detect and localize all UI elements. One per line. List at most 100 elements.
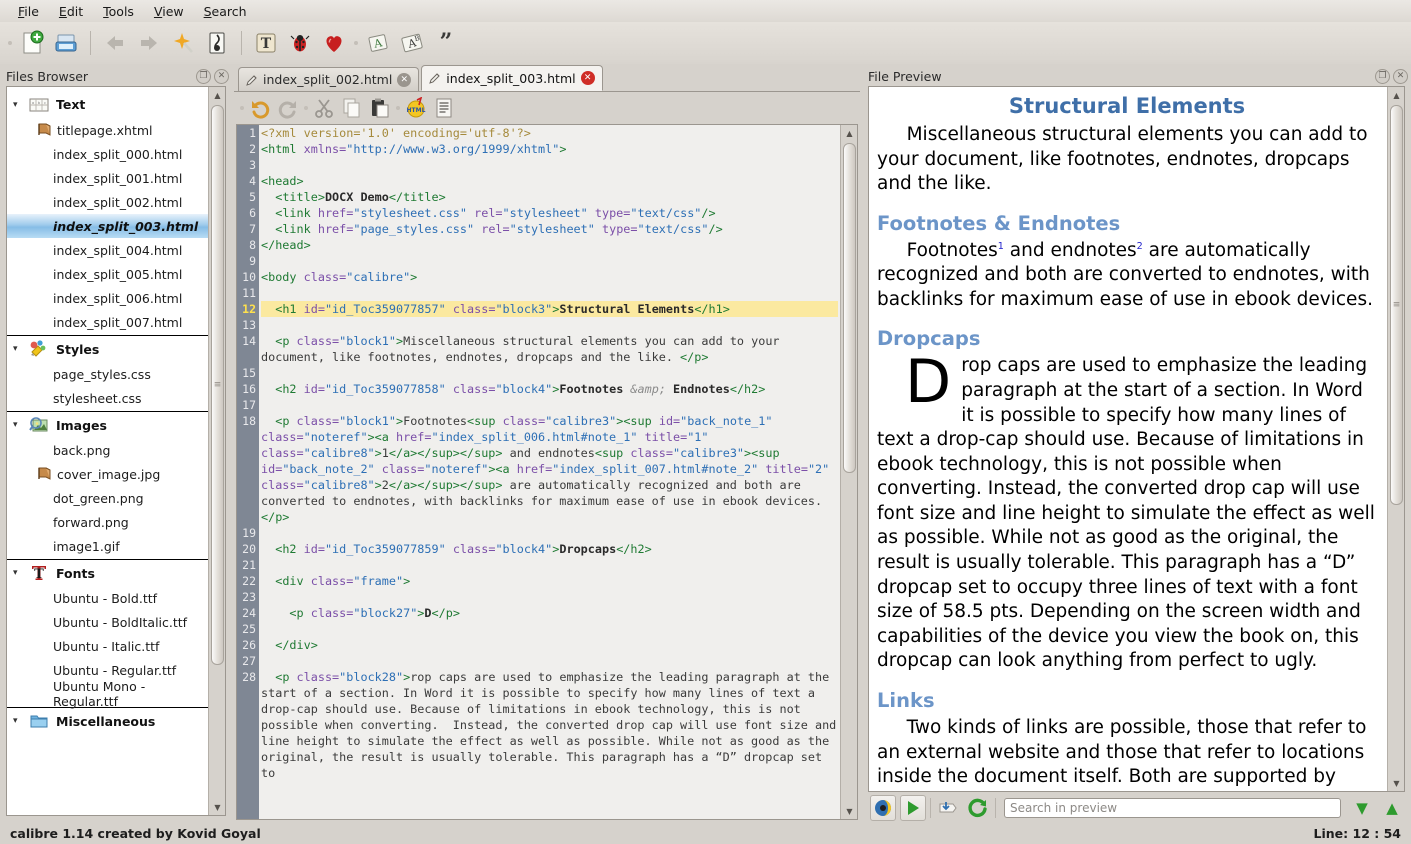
tree-item-cover-image-jpg[interactable]: cover_image.jpg [7,462,208,486]
tree-item-page-styles-css[interactable]: page_styles.css [7,362,208,386]
preview-scrollbar[interactable]: ▲ ▼ [1387,87,1404,791]
tree-item-ubuntu-italic-ttf[interactable]: Ubuntu - Italic.ttf [7,634,208,658]
auto-reload-icon[interactable] [900,795,926,821]
svg-text:b: b [38,101,40,105]
close-panel-icon[interactable]: ✕ [214,69,229,84]
scroll-down-icon[interactable]: ▼ [209,799,226,815]
editor-tab-index-split-002-html[interactable]: index_split_002.html✕ [238,67,419,91]
forward-arrow-icon[interactable] [133,27,165,59]
tree-item-label: index_split_002.html [53,195,182,210]
line-number-4: 4 [237,173,256,189]
tree-item-titlepage-xhtml[interactable]: titlepage.xhtml [7,118,208,142]
toc-icon[interactable] [201,27,233,59]
code-line-15 [261,365,838,381]
tree-item-ubuntu-bolditalic-ttf[interactable]: Ubuntu - BoldItalic.ttf [7,610,208,634]
scroll-down-icon[interactable]: ▼ [1388,775,1405,791]
menu-item-file[interactable]: File [8,2,49,21]
editor-panel: index_split_002.html✕index_split_003.htm… [234,66,860,822]
tree-item-forward-png[interactable]: forward.png [7,510,208,534]
menu-item-tools[interactable]: Tools [93,2,144,21]
menu-item-edit[interactable]: Edit [49,2,93,21]
tree-item-back-png[interactable]: back.png [7,438,208,462]
tree-item-index-split-002-html[interactable]: index_split_002.html [7,190,208,214]
chevron-down-icon[interactable]: ▾ [13,344,29,354]
tree-item-dot-green-png[interactable]: dot_green.png [7,486,208,510]
back-arrow-icon[interactable] [99,27,131,59]
cut-icon[interactable] [310,94,338,122]
scrollbar-thumb[interactable] [1390,105,1403,505]
reload-icon[interactable] [965,795,991,821]
pretty-print-icon[interactable] [430,94,458,122]
tree-item-image1-gif[interactable]: image1.gif [7,534,208,558]
tree-group-styles[interactable]: ▾Styles [7,335,208,362]
scroll-up-icon[interactable]: ▲ [1388,87,1405,103]
tree-item-ubuntu-bold-ttf[interactable]: Ubuntu - Bold.ttf [7,586,208,610]
redo-icon[interactable] [274,94,302,122]
new-file-icon[interactable] [16,27,48,59]
refresh-preview-icon[interactable] [870,795,896,821]
chevron-down-icon[interactable]: ▾ [13,420,29,430]
scroll-down-icon[interactable]: ▼ [841,803,858,819]
sync-position-icon[interactable] [935,795,961,821]
find-next-icon[interactable]: ▼ [1349,795,1375,821]
live-css-icon[interactable]: A [362,27,394,59]
tree-item-index-split-000-html[interactable]: index_split_000.html [7,142,208,166]
undo-icon[interactable] [246,94,274,122]
menu-item-view[interactable]: View [144,2,194,21]
tree-group-images[interactable]: ▾Images [7,411,208,438]
files-tree-scrollbar[interactable]: ▲ ▼ [208,87,225,815]
editor-tab-index-split-003-html[interactable]: index_split_003.html✕ [421,65,602,91]
tree-item-index-split-007-html[interactable]: index_split_007.html [7,310,208,334]
svg-text:a: a [32,101,34,105]
tree-item-index-split-003-html[interactable]: index_split_003.html [7,214,208,238]
chevron-down-icon[interactable]: ▾ [13,568,29,578]
tree-item-index-split-006-html[interactable]: index_split_006.html [7,286,208,310]
line-number-16: 16 [237,381,256,397]
search-in-preview-input[interactable]: Search in preview [1004,798,1341,818]
scroll-up-icon[interactable]: ▲ [209,87,226,103]
tree-item-index-split-001-html[interactable]: index_split_001.html [7,166,208,190]
close-tab-icon[interactable]: ✕ [397,73,411,87]
float-panel-icon[interactable]: ❐ [196,69,211,84]
files-tree[interactable]: ▾abcTexttitlepage.xhtmlindex_split_000.h… [6,86,226,816]
close-tab-icon[interactable]: ✕ [581,71,595,85]
heart-icon[interactable] [318,27,350,59]
copy-icon[interactable] [338,94,366,122]
paste-icon[interactable] [366,94,394,122]
chevron-down-icon[interactable]: ▾ [13,716,29,726]
code-text-area[interactable]: <?xml version='1.0' encoding='utf-8'?><h… [259,125,840,819]
spell-check-icon[interactable]: T [250,27,282,59]
menu-mnemonic: V [154,4,162,19]
smarten-punctuation-icon[interactable]: ” [430,27,462,59]
line-number-24: 24 [237,605,256,621]
tree-item-index-split-004-html[interactable]: index_split_004.html [7,238,208,262]
float-panel-icon[interactable]: ❐ [1375,69,1390,84]
bug-icon[interactable] [284,27,316,59]
chevron-down-icon[interactable]: ▾ [13,100,29,110]
tree-item-index-split-005-html[interactable]: index_split_005.html [7,262,208,286]
code-line-16: <h2 id="id_Toc359077858" class="block4">… [261,381,838,397]
line-number-27: 27 [237,653,256,669]
find-previous-icon[interactable]: ▲ [1379,795,1405,821]
spelling-icon[interactable]: A B [396,27,428,59]
magic-wand-icon[interactable] [167,27,199,59]
save-icon[interactable] [50,27,82,59]
tree-item-stylesheet-css[interactable]: stylesheet.css [7,386,208,410]
file-preview-body[interactable]: Structural Elements Miscellaneous struct… [868,86,1405,792]
tree-group-text[interactable]: ▾abcText [7,91,208,118]
code-line-17 [261,397,838,413]
html-check-icon[interactable]: HTML [402,94,430,122]
preview-heading-dropcaps: Dropcaps [877,326,1377,352]
svg-text:T: T [261,36,272,52]
code-editor[interactable]: 1234567891011121314151617181920212223242… [236,124,858,820]
tree-group-miscellaneous[interactable]: ▾Miscellaneous [7,707,208,734]
tree-group-fonts[interactable]: ▾TFonts [7,559,208,586]
code-line-27 [261,653,838,669]
menu-item-search[interactable]: Search [194,2,257,21]
editor-scrollbar[interactable]: ▲ ▼ [840,125,857,819]
scroll-up-icon[interactable]: ▲ [841,125,858,141]
tree-item-ubuntu-mono-regular-ttf[interactable]: Ubuntu Mono - Regular.ttf [7,682,208,706]
scrollbar-thumb[interactable] [843,143,856,473]
close-panel-icon[interactable]: ✕ [1393,69,1408,84]
scrollbar-thumb[interactable] [211,105,224,665]
